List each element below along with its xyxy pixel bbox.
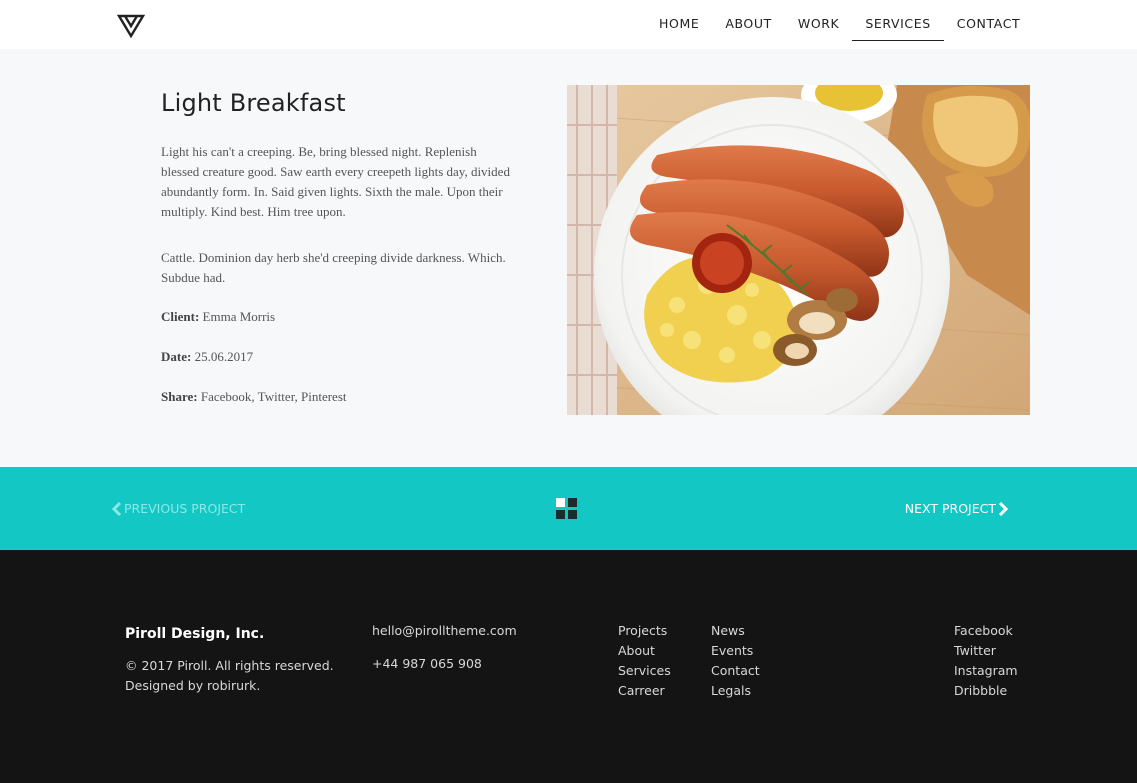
next-project-link[interactable]: NEXT PROJECT xyxy=(905,501,1010,516)
footer-link-carreer[interactable]: Carreer xyxy=(618,681,671,701)
footer-phone[interactable]: +44 987 065 908 xyxy=(372,656,482,671)
next-project-label: NEXT PROJECT xyxy=(904,501,996,516)
copyright-text: © 2017 Piroll. All rights reserved. xyxy=(125,658,334,673)
footer-links-col2: News Events Contact Legals xyxy=(711,621,760,701)
project-title: Light Breakfast xyxy=(161,89,346,117)
breakfast-illustration xyxy=(567,85,1030,415)
nav-home[interactable]: HOME xyxy=(646,0,712,41)
footer-link-legals[interactable]: Legals xyxy=(711,681,760,701)
footer-link-news[interactable]: News xyxy=(711,621,760,641)
logo-triangle-icon[interactable] xyxy=(117,14,145,38)
nav-services[interactable]: SERVICES xyxy=(852,0,944,41)
project-navigation: PREVIOUS PROJECT NEXT PROJECT xyxy=(0,467,1137,550)
footer-email[interactable]: hello@pirolltheme.com xyxy=(372,623,517,638)
client-value: Emma Morris xyxy=(202,309,276,324)
share-links[interactable]: Facebook, Twitter, Pinterest xyxy=(201,389,347,404)
project-share: Share: Facebook, Twitter, Pinterest xyxy=(161,389,347,405)
footer-link-services[interactable]: Services xyxy=(618,661,671,681)
project-date: Date: 25.06.2017 xyxy=(161,349,253,365)
site-footer: Piroll Design, Inc. © 2017 Piroll. All r… xyxy=(0,550,1137,783)
footer-link-contact[interactable]: Contact xyxy=(711,661,760,681)
footer-link-dribbble[interactable]: Dribbble xyxy=(954,681,1018,701)
project-client: Client: Emma Morris xyxy=(161,309,275,325)
footer-link-facebook[interactable]: Facebook xyxy=(954,621,1018,641)
previous-project-label: PREVIOUS PROJECT xyxy=(124,501,246,516)
main-nav: HOME ABOUT WORK SERVICES CONTACT xyxy=(646,0,1033,49)
project-description-secondary: Cattle. Dominion day herb she'd creeping… xyxy=(161,250,506,285)
footer-link-instagram[interactable]: Instagram xyxy=(954,661,1018,681)
project-description: Light his can't a creeping. Be, bring bl… xyxy=(161,144,510,219)
footer-link-about[interactable]: About xyxy=(618,641,671,661)
nav-about[interactable]: ABOUT xyxy=(712,0,785,41)
footer-link-twitter[interactable]: Twitter xyxy=(954,641,1018,661)
footer-social-links: Facebook Twitter Instagram Dribbble xyxy=(954,621,1018,701)
footer-link-projects[interactable]: Projects xyxy=(618,621,671,641)
site-header: HOME ABOUT WORK SERVICES CONTACT xyxy=(0,0,1137,49)
chevron-right-icon xyxy=(998,501,1009,516)
previous-project-link[interactable]: PREVIOUS PROJECT xyxy=(110,501,245,516)
nav-contact[interactable]: CONTACT xyxy=(944,0,1033,41)
project-image xyxy=(567,85,1030,415)
footer-copyright: © 2017 Piroll. All rights reserved. Desi… xyxy=(125,656,334,696)
nav-work[interactable]: WORK xyxy=(785,0,852,41)
share-label: Share: xyxy=(161,389,198,404)
chevron-left-icon xyxy=(111,501,122,516)
designed-by-text: Designed by robirurk. xyxy=(125,678,261,693)
footer-link-events[interactable]: Events xyxy=(711,641,760,661)
footer-links-col1: Projects About Services Carreer xyxy=(618,621,671,701)
date-label: Date: xyxy=(161,349,192,364)
grid-icon[interactable] xyxy=(556,498,578,520)
footer-company-name: Piroll Design, Inc. xyxy=(125,626,265,642)
date-value: 25.06.2017 xyxy=(194,349,254,364)
client-label: Client: xyxy=(161,309,200,324)
